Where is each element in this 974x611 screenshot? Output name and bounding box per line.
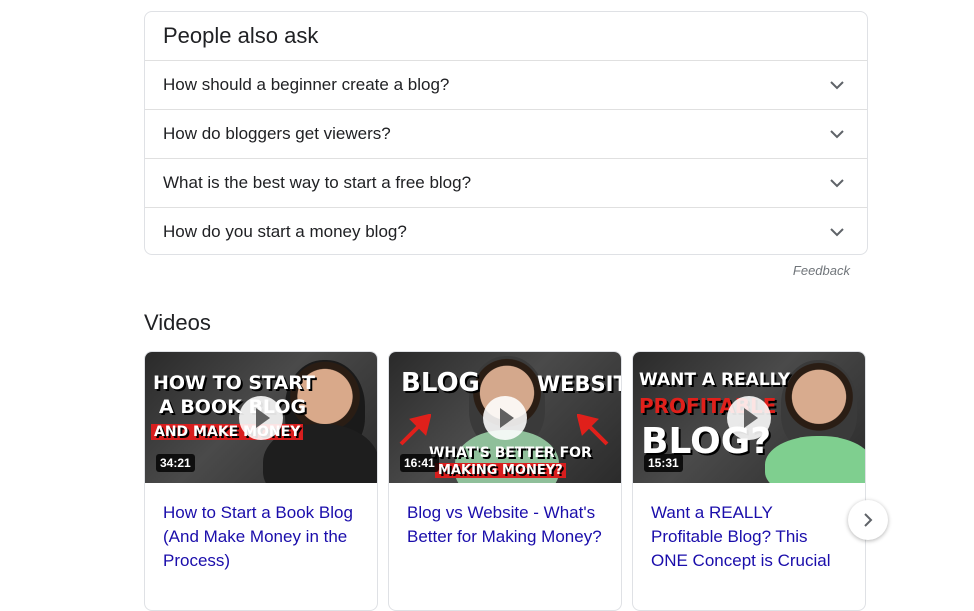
video-thumbnail[interactable]: HOW TO START A BOOK BLOG AND MAKE MONEY … xyxy=(145,352,377,483)
paa-question-4[interactable]: How do you start a money blog? xyxy=(145,208,867,254)
thumbnail-text: HOW TO START xyxy=(153,372,315,394)
thumbnail-text: MAKING MONEY? xyxy=(435,463,566,478)
video-duration: 16:41 xyxy=(400,454,439,472)
video-card-3[interactable]: WANT A REALLY PROFITABLE BLOG? 15:31 Wan… xyxy=(632,351,866,611)
video-title-link[interactable]: Blog vs Website - What's Better for Maki… xyxy=(389,483,621,549)
play-icon[interactable] xyxy=(483,395,527,440)
carousel-next-button[interactable] xyxy=(848,500,888,540)
play-icon[interactable] xyxy=(239,395,283,440)
chevron-down-icon xyxy=(830,179,844,188)
paa-question-3[interactable]: What is the best way to start a free blo… xyxy=(145,159,867,208)
paa-question-label: How do bloggers get viewers? xyxy=(163,124,391,143)
play-icon[interactable] xyxy=(727,395,771,440)
people-also-ask-panel: People also ask How should a beginner cr… xyxy=(144,11,868,255)
thumbnail-text: WANT A REALLY xyxy=(639,370,791,390)
video-thumbnail[interactable]: WANT A REALLY PROFITABLE BLOG? 15:31 xyxy=(633,352,865,483)
video-duration: 15:31 xyxy=(644,454,683,472)
thumbnail-text: A BOOK BLOG xyxy=(159,396,307,418)
paa-question-1[interactable]: How should a beginner create a blog? xyxy=(145,61,867,110)
thumbnail-text: WHAT'S BETTER FOR xyxy=(429,445,592,461)
chevron-down-icon xyxy=(830,228,844,237)
paa-question-label: What is the best way to start a free blo… xyxy=(163,173,472,192)
presenter-body xyxy=(765,436,865,483)
paa-question-2[interactable]: How do bloggers get viewers? xyxy=(145,110,867,159)
videos-heading: Videos xyxy=(144,310,211,335)
thumbnail-text: WEBSITE xyxy=(537,372,621,396)
red-arrow-icon xyxy=(577,414,609,446)
video-title-link[interactable]: How to Start a Book Blog (And Make Money… xyxy=(145,483,377,573)
feedback-link[interactable]: Feedback xyxy=(793,263,850,278)
video-card-1[interactable]: HOW TO START A BOOK BLOG AND MAKE MONEY … xyxy=(144,351,378,611)
video-card-2[interactable]: BLOG WEBSITE WHAT'S BETTER FOR MAKING MO… xyxy=(388,351,622,611)
paa-question-label: How should a beginner create a blog? xyxy=(163,75,450,94)
paa-question-label: How do you start a money blog? xyxy=(163,222,407,241)
chevron-right-icon xyxy=(864,513,873,527)
video-duration: 34:21 xyxy=(156,454,195,472)
thumbnail-text: BLOG xyxy=(401,368,480,398)
video-title-link[interactable]: Want a REALLY Profitable Blog? This ONE … xyxy=(633,483,865,573)
paa-title: People also ask xyxy=(145,12,867,61)
video-thumbnail[interactable]: BLOG WEBSITE WHAT'S BETTER FOR MAKING MO… xyxy=(389,352,621,483)
red-arrow-icon xyxy=(399,414,431,446)
chevron-down-icon xyxy=(830,130,844,139)
chevron-down-icon xyxy=(830,81,844,90)
